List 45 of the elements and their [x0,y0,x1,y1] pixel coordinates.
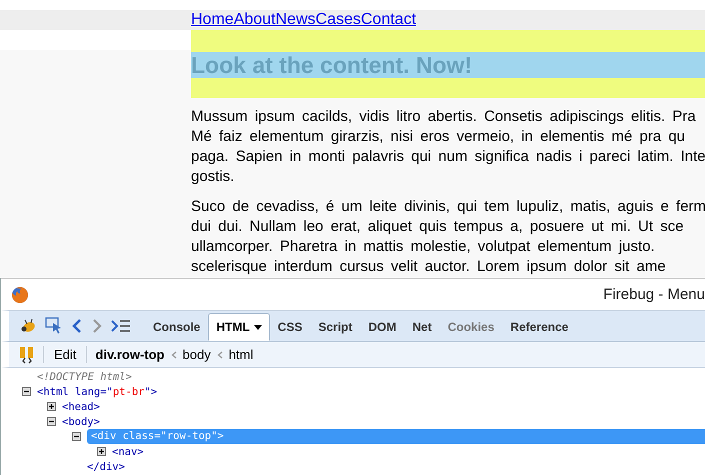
nav-link[interactable]: News [276,11,316,29]
paragraph-line: Mussum ipsum cacilds, vidis litro abertis. Consetis adipiscings elitis. Pra [191,107,696,127]
paragraph-line: scelerisque interdum cursus velit auctor. Lorem ipsum dolor sit ame [191,257,666,277]
element-tag[interactable]: <html lang="pt-br"> [37,386,158,398]
doctype-text: <!DOCTYPE html> [37,370,132,382]
paragraph-line: gostis. [191,167,234,187]
collapse-icon[interactable] [22,387,31,396]
back-icon[interactable] [71,318,83,334]
command-line-icon[interactable] [111,319,131,333]
expand-icon[interactable] [47,402,56,411]
closing-tag-text: </div> [87,460,125,472]
paragraph-line: paga. Sapien in monti palavris qui num significa nadis i pareci latim. Inte [191,147,705,167]
panel-tab[interactable]: Reference [502,313,576,341]
edit-button[interactable]: Edit [52,347,78,362]
expand-icon[interactable] [97,447,106,456]
nav-link[interactable]: Home [191,11,234,29]
panel-tab[interactable]: Net [404,313,440,341]
collapse-icon[interactable] [72,432,81,441]
element-tag[interactable]: <nav> [112,446,144,458]
paragraph-line: dui dui. Nullam leo erat, aliquet quis tempus a, posuere ut mi. Ut sce [191,217,684,237]
chevron-icon [216,350,223,358]
panel-tab[interactable]: Console [145,313,208,341]
paragraph-line: ullamcorper. Pharetra in mattis molestie, volutpat elementum justo. [191,237,655,257]
browser-logo-icon [11,286,29,304]
panel-tab[interactable]: DOM [360,313,404,341]
collapse-icon[interactable] [47,417,56,426]
element-tag[interactable]: <head> [62,400,100,412]
breadcrumb-link[interactable]: body [182,347,211,362]
paragraph-line: Mé faiz elementum girarzis, nisi eros vermeio, in elementis mé pra qu [191,127,686,147]
nav-link[interactable]: Contact [360,11,416,29]
element-tag[interactable]: <body> [62,416,100,428]
bug-icon[interactable] [19,318,37,334]
caret-icon [254,324,262,330]
nav-link[interactable]: Cases [316,11,361,29]
html-frame-icon[interactable] [19,346,35,364]
breadcrumb-link[interactable]: div.row-top [95,347,164,362]
nav-link[interactable]: About [234,11,276,29]
panel-tab[interactable]: CSS [270,313,310,341]
breadcrumb-link[interactable]: html [228,347,254,362]
inspect-icon[interactable] [45,317,63,335]
panel-tab[interactable]: Script [310,313,360,341]
panel-tab[interactable]: HTML [208,313,270,341]
window-title: Firebug - Menu [603,286,705,303]
chevron-icon [170,350,176,358]
paragraph-line: Suco de cevadiss, é um leite divinis, qui tem lupuliz, matis, aguis e ferm [191,197,705,217]
